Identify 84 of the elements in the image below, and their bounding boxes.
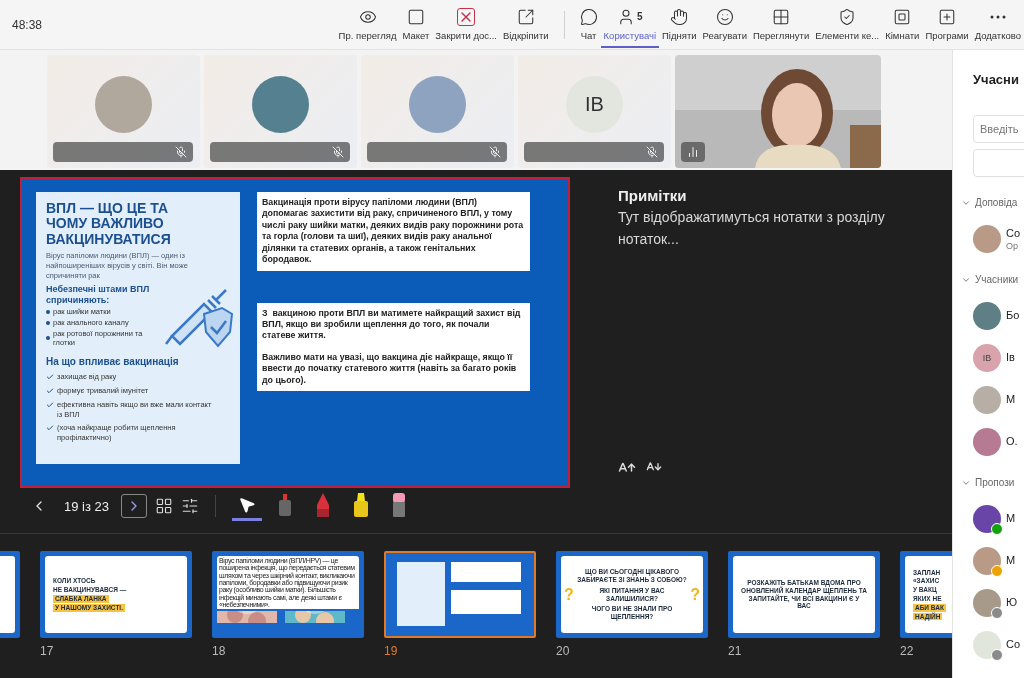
toolbar-button[interactable]: 5 Користувачі (600, 1, 660, 48)
slide-number: 20 (556, 644, 571, 658)
rooms-icon (893, 7, 912, 26)
avatar (409, 76, 466, 133)
section-header[interactable]: Учасники (961, 274, 1024, 285)
slide-counter: 19 із 23 (64, 498, 109, 514)
toolbar-button[interactable]: Переглянути (749, 1, 813, 48)
search-field[interactable]: Введіть (973, 115, 1024, 143)
avatar (252, 76, 309, 133)
avatar (973, 225, 1001, 253)
input-field[interactable] (973, 149, 1024, 177)
plus-icon (938, 7, 956, 26)
avatar: IB (973, 344, 1001, 372)
close-share-icon (457, 7, 476, 26)
person-icon (617, 7, 635, 26)
slide-number: 19 (384, 644, 399, 658)
question-mark: ? (690, 585, 700, 604)
participant-name: М (1006, 512, 1016, 526)
pointer-icon (238, 495, 256, 514)
pen-icon (316, 492, 330, 517)
avatar (973, 428, 1001, 456)
avatar (973, 386, 1001, 414)
toolbar-button[interactable]: Додатково (971, 1, 1024, 48)
slide-paragraph: Важливо мати на увазі, що вакцина діє найкраще, якщо її ввести до початку статевого життя (навіть за багато років до цього). (262, 351, 518, 387)
slide-number: 18 (212, 644, 227, 658)
toolbar-button[interactable]: Елементи ке... (812, 1, 883, 48)
participant-name: О. (1006, 435, 1018, 449)
toolbar-button[interactable]: Пр. перегляд (335, 1, 400, 48)
more-icon (989, 14, 1006, 19)
slide-paragraph: Вакцинація проти вірусу папіломи людини (ВПЛ) допомагає захистити від раку, спричиненого ВПЛ, у тому числі раку шийки матки, деяких видів раку порожнини рота та горла (голови та шиї), деяких видів раку анальної ділянки та статевих органів, а також генітальних бородавок. (262, 197, 525, 266)
slide-thumbnail[interactable] (212, 551, 364, 638)
panel-title: Учасни (973, 72, 1020, 87)
participant-name: М (1006, 393, 1016, 407)
bullet-icon (46, 309, 50, 314)
participant-name: Ю (1006, 596, 1018, 610)
square-icon (406, 7, 425, 26)
toolbar-button[interactable]: Кімнати (882, 1, 923, 48)
grid-icon (772, 7, 791, 26)
toolbar-button[interactable]: Програми (922, 1, 972, 48)
chat-icon (579, 7, 598, 26)
slide-thumbnail[interactable] (384, 551, 536, 638)
highlighter-icon (353, 492, 369, 517)
bullet-icon (46, 336, 50, 341)
participant-name: Со (1006, 227, 1021, 241)
avatar: IB (566, 76, 623, 133)
slide-title: ВПЛ — ЩО ЦЕ ТА ЧОМУ ВАЖЛИВО ВАКЦИНУВАТИСЯ (46, 201, 172, 248)
toolbar-button[interactable]: Макет (399, 1, 433, 48)
hand-icon (670, 7, 689, 26)
participant-name: Бо (1006, 309, 1020, 323)
bullet-icon (46, 320, 50, 325)
smiley-icon (715, 7, 734, 26)
slide-paragraph: З вакциною проти ВПЛ ви матимете найкращий захист від ВПЛ, якщо ви зробили щеплення до того, як почали статеве життя. (262, 307, 522, 342)
signal-icon (687, 146, 699, 158)
grid-icon[interactable] (155, 497, 173, 515)
participant-name: Ів (1006, 351, 1015, 365)
shield-icon (838, 7, 857, 26)
toolbar-button[interactable]: Чат (576, 1, 601, 48)
notes-text: Тут відображатимуться нотатки з розділу нотаток... (618, 208, 886, 250)
toolbar-button[interactable]: Відкріпити (499, 1, 552, 48)
pop-out-icon (516, 7, 535, 26)
slide-number: 17 (40, 644, 55, 658)
laser-pointer-icon (278, 493, 292, 516)
card-heading: На що впливає вакцинація (46, 356, 180, 369)
slide-number: 21 (728, 644, 743, 658)
section-header[interactable]: Доповіда (961, 197, 1024, 208)
avatar (95, 76, 152, 133)
count-label: 5 (637, 11, 643, 22)
eraser-icon (392, 492, 406, 517)
check-icon (46, 424, 54, 433)
next-button[interactable] (121, 494, 147, 518)
toolbar-button[interactable]: Підняти (659, 1, 700, 48)
settings-icon[interactable] (181, 497, 199, 515)
slide-number: 22 (900, 644, 915, 658)
toolbar-button[interactable]: Закрити дос... (432, 1, 500, 48)
card-heading: Небезпечні штами ВПЛ спричиняють: (46, 284, 151, 306)
notes-title: Примітки (618, 187, 688, 204)
meeting-timer: 48:38 (12, 17, 44, 32)
participant-name: Со (1006, 638, 1021, 652)
toolbar-button[interactable]: Реагувати (699, 1, 750, 48)
section-header[interactable]: Пропози (961, 477, 1024, 488)
participant-role: Ор (1006, 240, 1019, 251)
question-mark: ? (564, 585, 574, 604)
participant-name: М (1006, 554, 1016, 568)
avatar (973, 302, 1001, 330)
